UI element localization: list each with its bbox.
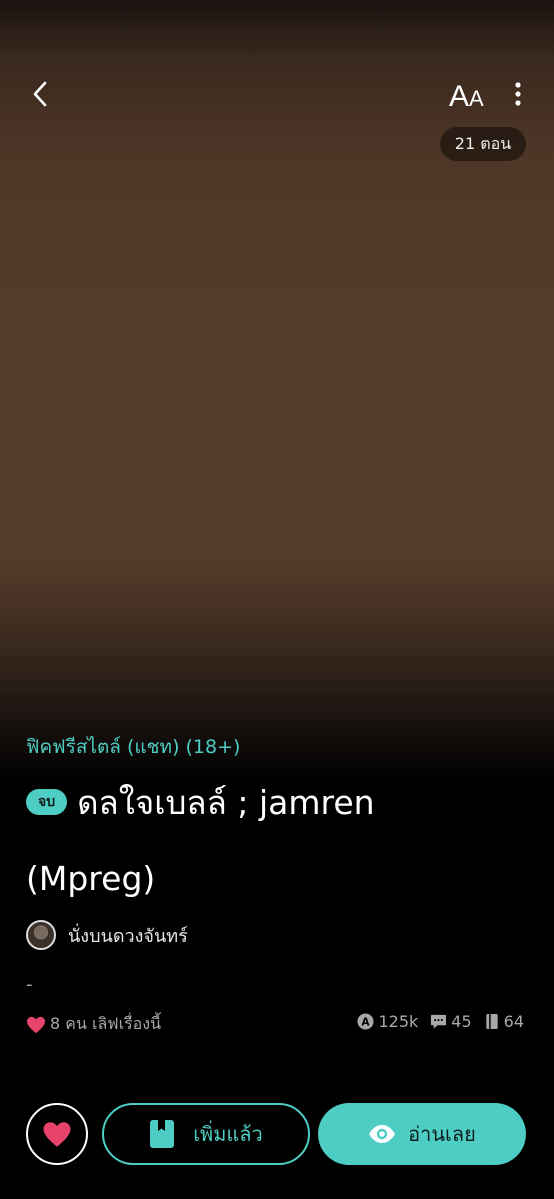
- story-title-line2: (Mpreg): [26, 858, 156, 898]
- like-button[interactable]: [26, 1103, 88, 1165]
- added-label: เพิ่มแล้ว: [193, 1122, 263, 1146]
- cover-image: [0, 0, 554, 780]
- author-link[interactable]: นั่งบนดวงจันทร์: [26, 920, 188, 950]
- author-avatar: [26, 920, 56, 950]
- font-size-button[interactable]: A A: [446, 74, 490, 114]
- font-size-icon: A A: [449, 80, 484, 110]
- more-options-button[interactable]: [504, 76, 532, 112]
- more-vertical-icon: [515, 82, 521, 106]
- views-stat: A 125k: [357, 1012, 418, 1031]
- book-icon: [485, 1013, 498, 1030]
- views-icon: A: [357, 1013, 374, 1030]
- story-description: -: [26, 974, 33, 995]
- episodes-count-badge: 21 ตอน: [440, 127, 526, 161]
- comments-stat: 45: [430, 1012, 472, 1031]
- likes-stat: 8 คน เลิฟเรื่องนี้: [26, 1012, 161, 1037]
- read-label: อ่านเลย: [408, 1122, 476, 1146]
- heart-icon: [43, 1121, 71, 1147]
- eye-icon: [369, 1125, 396, 1143]
- story-title: จบ ดลใจเบลล์ ; jamren (Mpreg): [26, 774, 536, 906]
- heart-icon: [27, 1016, 45, 1033]
- status-badge: จบ: [26, 789, 68, 815]
- back-button[interactable]: [22, 76, 58, 112]
- chapters-count: 64: [503, 1012, 524, 1031]
- chapters-stat: 64: [484, 1012, 524, 1031]
- author-name: นั่งบนดวงจันทร์: [68, 925, 188, 947]
- read-now-button[interactable]: อ่านเลย: [318, 1103, 526, 1165]
- story-category[interactable]: ฟิคฟรีสไตล์ (แชท) (18+): [26, 732, 240, 762]
- bookmark-book-icon: [150, 1120, 175, 1148]
- comments-count: 45: [451, 1012, 472, 1031]
- story-stats: A 125k 45 64: [345, 1012, 524, 1031]
- svg-text:A: A: [469, 86, 484, 110]
- views-count: 125k: [378, 1012, 419, 1031]
- svg-text:A: A: [362, 1016, 370, 1028]
- comment-icon: [431, 1014, 447, 1029]
- story-title-line1: ดลใจเบลล์ ; jamren: [77, 782, 375, 822]
- svg-text:A: A: [449, 80, 469, 110]
- chevron-left-icon: [33, 81, 47, 107]
- added-to-library-button[interactable]: เพิ่มแล้ว: [102, 1103, 310, 1165]
- likes-text: 8 คน เลิฟเรื่องนี้: [50, 1014, 162, 1033]
